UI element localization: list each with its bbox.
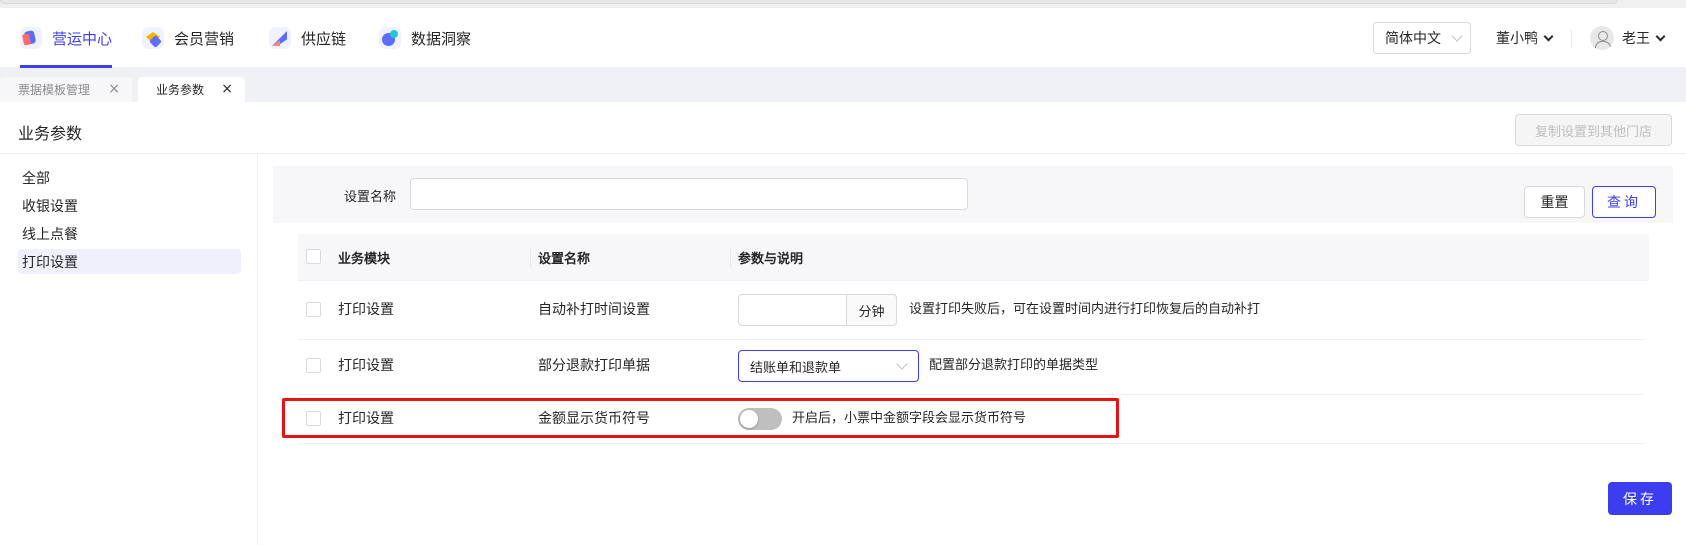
row-module: 打印设置 (338, 302, 394, 318)
refund-print-type-select[interactable]: 结账单和退款单 (738, 350, 919, 382)
page-title: 业务参数 (18, 124, 83, 143)
chevron-down-icon (1543, 31, 1554, 41)
nav-item-label: 供应链 (301, 29, 347, 48)
nav-item-label: 营运中心 (52, 29, 113, 48)
close-icon[interactable]: × (221, 82, 233, 96)
nav-item-label: 数据洞察 (411, 29, 472, 48)
row-divider (298, 339, 1643, 340)
side-item-print[interactable]: 打印设置 (18, 249, 241, 274)
side-item-online-order[interactable]: 线上点餐 (18, 221, 241, 246)
store-menu[interactable]: 董小鸭 (1496, 8, 1554, 68)
nav-item-label: 会员营销 (174, 29, 235, 48)
column-separator (730, 249, 731, 267)
tab-label: 业务参数 (156, 83, 205, 97)
table-header: 业务模块 设置名称 参数与说明 (298, 234, 1649, 281)
select-value: 结账单和退款单 (750, 360, 842, 376)
user-menu[interactable]: 老王 (1590, 8, 1666, 68)
member-marketing-icon (142, 27, 164, 49)
row-divider (298, 443, 1643, 444)
chevron-down-icon (1655, 31, 1666, 41)
chevron-down-icon (1451, 30, 1463, 42)
language-select[interactable]: 简体中文 (1373, 22, 1471, 54)
nav-item-member-marketing[interactable]: 会员营销 (142, 8, 234, 68)
column-header-module: 业务模块 (338, 252, 391, 267)
reset-button[interactable]: 重置 (1524, 186, 1585, 218)
nav-item-supply-chain[interactable]: 供应链 (269, 8, 346, 68)
avatar-icon (1590, 26, 1614, 50)
store-name: 董小鸭 (1496, 31, 1538, 47)
tab-label: 票据模板管理 (18, 83, 91, 97)
column-separator (530, 249, 531, 267)
reprint-time-input[interactable] (738, 294, 847, 326)
column-header-name: 设置名称 (538, 252, 591, 267)
tab-ticket-template[interactable]: 票据模板管理 × (0, 77, 132, 102)
close-icon[interactable]: × (108, 82, 120, 96)
copy-settings-button[interactable]: 复制设置到其他门店 (1515, 114, 1672, 146)
row-setting-name: 部分退款打印单据 (538, 358, 650, 374)
row-divider (298, 394, 1643, 395)
browser-top-strip (0, 0, 1686, 8)
operations-center-icon (20, 27, 42, 49)
supply-chain-icon (269, 27, 291, 49)
column-header-params: 参数与说明 (738, 252, 804, 267)
header-divider (1571, 30, 1572, 48)
row-checkbox[interactable] (306, 358, 321, 373)
unit-addon: 分钟 (846, 294, 897, 326)
tab-business-params[interactable]: 业务参数 × (138, 77, 245, 102)
side-item-all[interactable]: 全部 (18, 165, 241, 190)
filter-label: 设置名称 (344, 190, 397, 205)
row-description: 设置打印失败后，可在设置时间内进行打印恢复后的自动补打 (909, 302, 1261, 317)
select-all-checkbox[interactable] (306, 249, 321, 264)
side-item-cashier[interactable]: 收银设置 (18, 193, 241, 218)
row-module: 打印设置 (338, 358, 394, 374)
chevron-down-icon (896, 358, 908, 370)
row-description: 配置部分退款打印的单据类型 (929, 358, 1099, 373)
browser-bar-edge (0, 0, 1618, 4)
save-button[interactable]: 保存 (1608, 482, 1672, 515)
user-name: 老王 (1622, 31, 1650, 47)
highlight-box (282, 398, 1119, 438)
nav-item-operations-center[interactable]: 营运中心 (20, 8, 113, 68)
page-tab-bar: 票据模板管理 × 业务参数 × (0, 68, 1686, 102)
top-header: 营运中心 会员营销 供应链 数据洞察 简体中文 董小鸭 老王 (0, 8, 1686, 68)
nav-item-data-insight[interactable]: 数据洞察 (379, 8, 471, 68)
setting-name-input[interactable] (410, 178, 968, 210)
row-checkbox[interactable] (306, 302, 321, 317)
row-setting-name: 自动补打时间设置 (538, 302, 650, 318)
settings-category-menu: 全部 收银设置 线上点餐 打印设置 (0, 154, 258, 545)
query-button[interactable]: 查询 (1592, 186, 1656, 218)
language-select-value: 简体中文 (1385, 31, 1441, 47)
data-insight-icon (379, 27, 401, 49)
